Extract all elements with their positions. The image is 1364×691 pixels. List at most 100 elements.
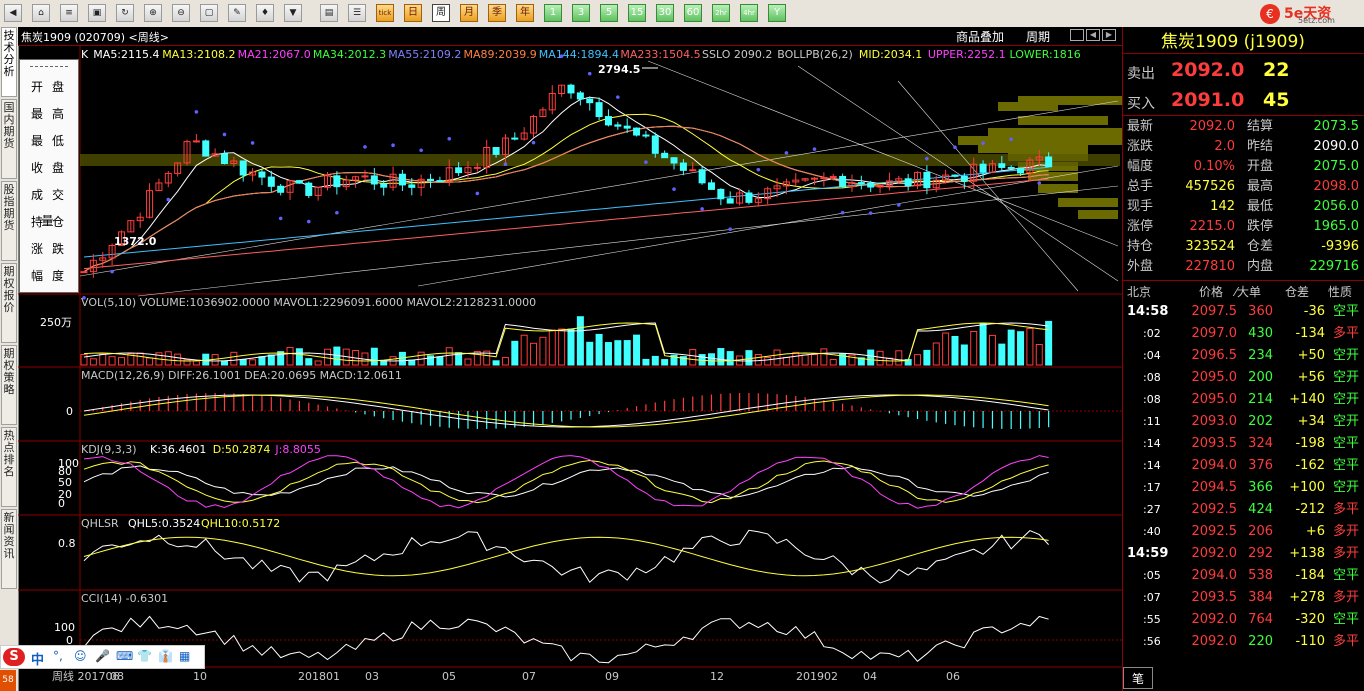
left-tab-4[interactable]: 期权策略 [1, 345, 17, 425]
low-price-label: 1372.0 [114, 235, 157, 248]
tick-oi-change: +56 [1297, 370, 1325, 385]
left-tab-1[interactable]: 国内期货 [1, 99, 17, 179]
quote-label: 仓差 [1247, 239, 1274, 254]
candle [455, 167, 463, 174]
ma-label: UPPER:2252.1 [928, 48, 1006, 61]
tick-header-cell: 仓差 [1285, 285, 1310, 299]
sell-price[interactable]: 2092.0 [1171, 59, 1244, 81]
chart-area[interactable]: K MA5:2115.4 MA13:2108.2 MA21:2067.0 MA34:20… [18, 46, 1122, 691]
ma-line [83, 125, 1049, 273]
volume-bar [567, 328, 575, 366]
volume-bar [530, 342, 538, 366]
back-icon[interactable]: ◀ [4, 4, 22, 22]
qhl-label: QHL5:0.3524 [128, 517, 200, 530]
window-controls[interactable]: ◀ ▶ [1070, 29, 1120, 42]
draw-icon[interactable]: ✎ [228, 4, 246, 22]
quote-label: 涨跌 [1127, 139, 1154, 154]
news-icon[interactable]: ▣ [88, 4, 106, 22]
volume-bar [445, 347, 453, 366]
ime-keyboard-icon[interactable]: ⌨ [116, 649, 133, 663]
volume-profile-bar [978, 144, 1088, 153]
period-4-button[interactable]: 年 [516, 4, 534, 22]
tick-time: :14 [1143, 459, 1161, 472]
next-icon[interactable]: ▶ [1102, 29, 1116, 41]
ime-emoji-icon[interactable]: ☺ [74, 649, 87, 663]
refresh-icon[interactable]: ↻ [116, 4, 134, 22]
ime-grid-icon[interactable]: ▦ [179, 649, 190, 663]
tick-time: :04 [1143, 349, 1161, 362]
volume-bar [380, 360, 388, 366]
candle [1045, 156, 1053, 168]
left-tab-2[interactable]: 股指期货 [1, 181, 17, 261]
buy-price[interactable]: 2091.0 [1171, 89, 1244, 111]
tick-oi-change: +140 [1289, 392, 1325, 407]
tick-volume: 324 [1248, 436, 1273, 451]
volume-bar [277, 351, 285, 366]
list-view-icon[interactable]: ☰ [348, 4, 366, 22]
period-1-button[interactable]: 周 [432, 4, 450, 22]
minute-5-button[interactable]: 60 [684, 4, 702, 22]
ime-toolbar[interactable]: S 中 °, ☺ 🎤 ⌨ 👕 👔 ▦ [0, 645, 205, 669]
tick-time: :08 [1143, 371, 1161, 384]
sar-dot [672, 187, 676, 191]
quote-panel: 焦炭1909 (j1909) 卖出 2092.0 22 买入 2091.0 45… [1122, 27, 1364, 691]
table-view-icon[interactable]: ▤ [320, 4, 338, 22]
ime-voice-icon[interactable]: 🎤 [95, 649, 110, 663]
tick-oi-change: -110 [1295, 634, 1325, 649]
volume-bar [1007, 329, 1015, 366]
ime-skin-icon[interactable]: 👕 [137, 649, 152, 663]
period-3-button[interactable]: 季 [488, 4, 506, 22]
tick-nature: 空开 [1332, 348, 1359, 363]
overlay-button[interactable]: 商品叠加 [956, 28, 1004, 45]
candle [951, 174, 959, 177]
minute-6-button[interactable]: 2hr [712, 4, 730, 22]
zoom-in-icon[interactable]: ⊕ [144, 4, 162, 22]
paint-icon[interactable]: ♦ [256, 4, 274, 22]
home-icon[interactable]: ⌂ [32, 4, 50, 22]
minute-0-button[interactable]: 1 [544, 4, 562, 22]
tick-oi-change: +138 [1289, 546, 1325, 561]
prev-icon[interactable]: ◀ [1086, 29, 1100, 41]
ime-logo-icon[interactable]: S [3, 648, 25, 666]
vol-title: VOL(5,10) VOLUME:1036902.0000 MAVOL1:229… [81, 296, 536, 309]
svg-text:€: € [1266, 7, 1274, 21]
left-tab-3[interactable]: 期权报价 [1, 263, 17, 343]
filter-icon[interactable]: ▼ [284, 4, 302, 22]
window-icon[interactable]: ▢ [200, 4, 218, 22]
kdj-line [83, 465, 1049, 498]
minute-4-button[interactable]: 30 [656, 4, 674, 22]
sar-dot [784, 151, 789, 155]
qhl-line [83, 536, 1049, 577]
candle [623, 125, 631, 129]
zoom-out-icon[interactable]: ⊖ [172, 4, 190, 22]
tick-oi-change: +50 [1297, 348, 1325, 363]
left-tab-5[interactable]: 热点排名 [1, 427, 17, 507]
volume-bar [408, 359, 416, 366]
left-tab-0[interactable]: 技术分析 [1, 27, 17, 97]
sar-dot [868, 211, 873, 215]
period-2-button[interactable]: 月 [460, 4, 478, 22]
minute-7-button[interactable]: 4hr [740, 4, 758, 22]
notes-icon[interactable]: ≡ [60, 4, 78, 22]
tab-ticks[interactable]: 笔 [1123, 667, 1153, 689]
left-tab-6[interactable]: 新闻资讯 [1, 509, 17, 589]
tick-nature: 空平 [1332, 458, 1359, 473]
chart-title-bar: 焦炭1909 (020709) <周线> 商品叠加 周期 ◀ ▶ [18, 27, 1122, 46]
candle [857, 182, 865, 185]
ime-punct-icon[interactable]: °, [53, 649, 63, 663]
volume-bar [501, 357, 509, 366]
period-button[interactable]: 周期 [1026, 28, 1050, 45]
minute-2-button[interactable]: 5 [600, 4, 618, 22]
ime-cloth-icon[interactable]: 👔 [158, 649, 173, 663]
quote-value: -9396 [1321, 239, 1359, 254]
volume-bar [324, 348, 331, 366]
minute-1-button[interactable]: 3 [572, 4, 590, 22]
tick-button[interactable]: tick [376, 4, 394, 22]
period-0-button[interactable]: 日 [404, 4, 422, 22]
sar-dot [587, 71, 592, 76]
restore-icon[interactable] [1070, 29, 1084, 41]
minute-8-button[interactable]: Y [768, 4, 786, 22]
minute-3-button[interactable]: 15 [628, 4, 646, 22]
ime-lang[interactable]: 中 [31, 649, 44, 668]
chart-canvas[interactable]: K MA5:2115.4 MA13:2108.2 MA21:2067.0 MA34:20… [18, 46, 1122, 691]
